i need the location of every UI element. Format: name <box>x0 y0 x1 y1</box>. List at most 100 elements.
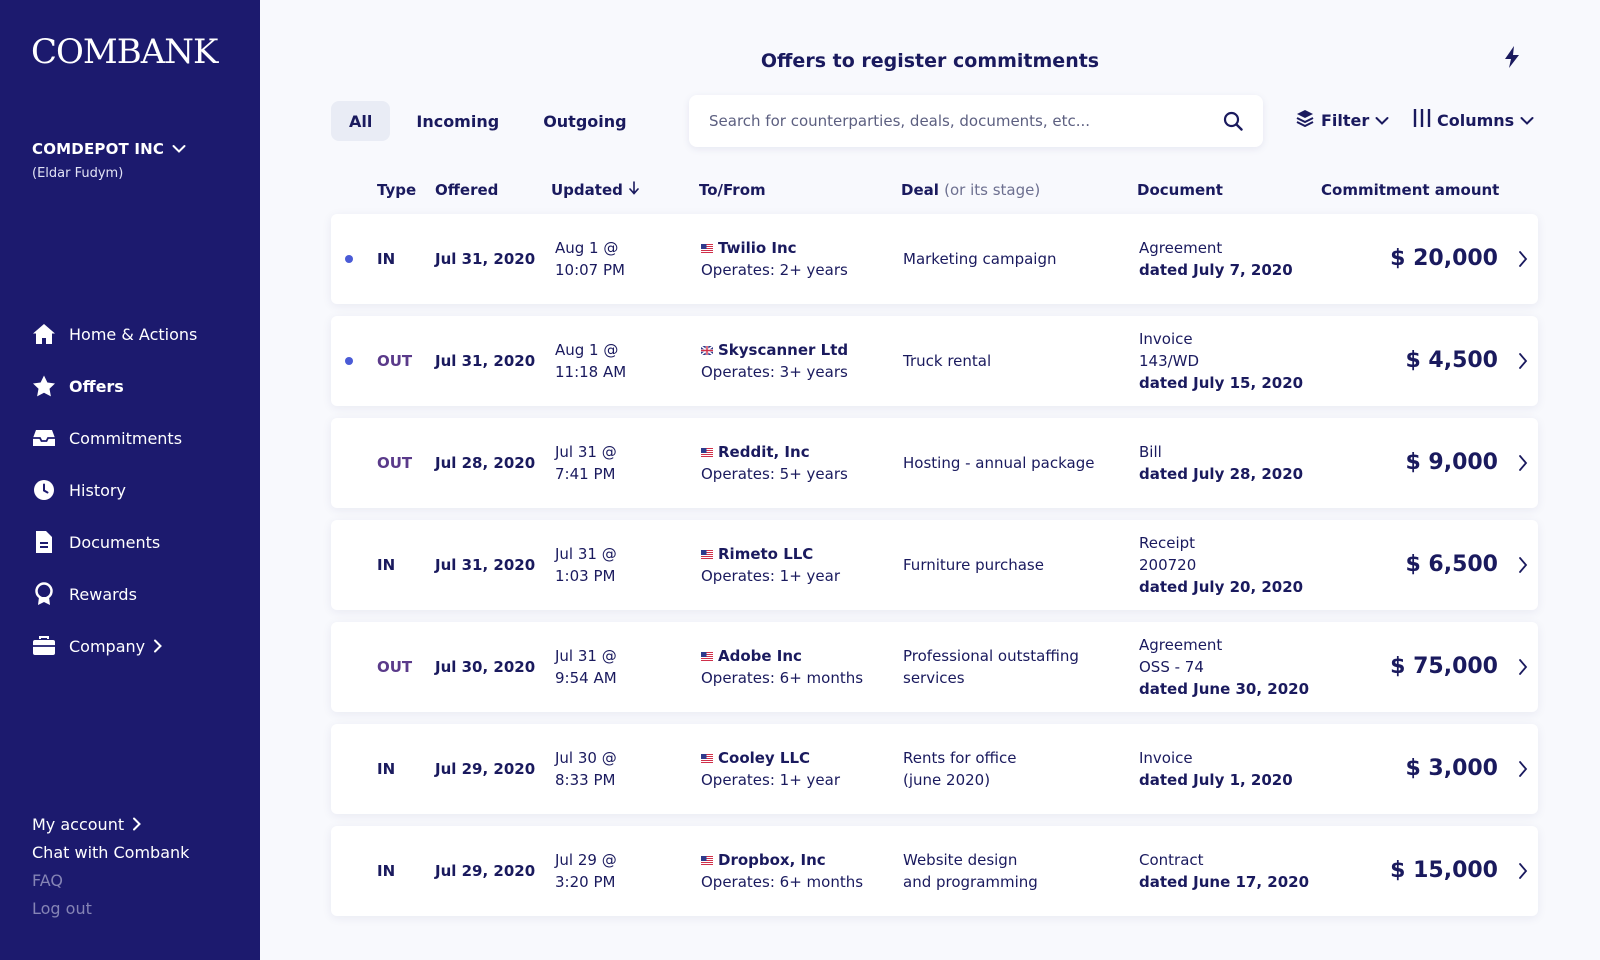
updated-date: Jul 31 @ <box>555 443 617 461</box>
counterparty-name: Skyscanner Ltd <box>718 341 849 359</box>
column-header-deal[interactable]: Deal (or its stage) <box>901 181 1040 199</box>
nav-item-home-actions[interactable]: Home & Actions <box>32 308 197 360</box>
faq-link[interactable]: FAQ <box>32 866 189 894</box>
deal: Rents for office (june 2020) <box>903 724 1113 814</box>
chevron-right-icon[interactable] <box>1518 250 1528 272</box>
search-input[interactable] <box>709 112 1223 130</box>
offer-type: IN <box>377 760 396 778</box>
company-switcher[interactable]: COMDEPOT INC (Eldar Fudym) <box>32 140 186 181</box>
nav-label: Commitments <box>69 428 183 448</box>
counterparty-name-row: Dropbox, Inc <box>701 849 863 871</box>
offered-date: Jul 31, 2020 <box>435 556 536 574</box>
document-type: Invoice <box>1139 330 1193 348</box>
deal: Furniture purchase <box>903 520 1113 610</box>
table-row[interactable]: IN Jul 29, 2020 Jul 29 @ 3:20 PM Dropbox… <box>331 826 1538 916</box>
tab-outgoing[interactable]: Outgoing <box>525 101 644 141</box>
my-account-link[interactable]: My account <box>32 810 189 838</box>
updated-date: Jul 31 @ <box>555 647 617 665</box>
columns-button[interactable]: Columns <box>1413 108 1534 132</box>
offered-date: Jul 29, 2020 <box>435 760 536 778</box>
updated-datetime: Jul 31 @ 1:03 PM <box>555 520 617 610</box>
document-date: dated July 28, 2020 <box>1139 465 1304 483</box>
nav-item-offers[interactable]: Offers <box>32 360 197 412</box>
logout-link[interactable]: Log out <box>32 894 189 922</box>
us-flag-icon <box>701 753 713 763</box>
chevron-right-icon[interactable] <box>1518 760 1528 782</box>
search-icon[interactable] <box>1223 111 1243 131</box>
counterparty-name: Dropbox, Inc <box>718 851 826 869</box>
tab-incoming[interactable]: Incoming <box>398 101 517 141</box>
us-flag-icon <box>701 243 713 253</box>
column-header-to-from[interactable]: To/From <box>699 181 766 199</box>
nav-item-company[interactable]: Company <box>32 620 197 672</box>
nav-item-commitments[interactable]: Commitments <box>32 412 197 464</box>
company-selector[interactable]: COMDEPOT INC <box>32 140 186 158</box>
star-icon <box>32 374 56 398</box>
chevron-right-icon <box>153 639 163 653</box>
tab-all[interactable]: All <box>331 101 391 141</box>
nav-label: Rewards <box>69 584 137 604</box>
table-row[interactable]: IN Jul 29, 2020 Jul 30 @ 8:33 PM Cooley … <box>331 724 1538 814</box>
document-date: dated June 30, 2020 <box>1139 680 1310 698</box>
column-header-updated[interactable]: Updated <box>551 181 639 199</box>
table-row[interactable]: OUT Jul 30, 2020 Jul 31 @ 9:54 AM Adobe … <box>331 622 1538 712</box>
briefcase-icon <box>32 634 56 658</box>
counterparty: Dropbox, Inc Operates: 6+ months <box>701 826 863 916</box>
document-number: OSS - 74 <box>1139 658 1204 676</box>
deal-line: Truck rental <box>903 352 992 370</box>
column-header-commitment-amount[interactable]: Commitment amount <box>1321 181 1499 199</box>
document: Invoice 143/WD dated July 15, 2020 <box>1139 316 1339 406</box>
table-row[interactable]: OUT Jul 28, 2020 Jul 31 @ 7:41 PM Reddit… <box>331 418 1538 508</box>
chevron-right-icon[interactable] <box>1518 556 1528 578</box>
document-type: Bill <box>1139 443 1162 461</box>
columns-label: Columns <box>1437 110 1515 130</box>
page-title: Offers to register commitments <box>760 50 1100 72</box>
nav-item-rewards[interactable]: Rewards <box>32 568 197 620</box>
updated-date: Jul 30 @ <box>555 749 617 767</box>
company-name: COMDEPOT INC <box>32 140 165 158</box>
updated-time: 1:03 PM <box>555 567 616 585</box>
combank-logo[interactable]: COMBANK <box>31 32 218 72</box>
updated-time: 7:41 PM <box>555 465 616 483</box>
lightning-icon[interactable] <box>1504 46 1520 72</box>
nav-label: Offers <box>69 376 124 396</box>
commitment-amount: $ 4,500 <box>1405 348 1498 373</box>
chevron-down-icon <box>172 140 186 158</box>
counterparty-operates: Operates: 1+ year <box>701 771 841 789</box>
sidebar: COMBANK COMDEPOT INC (Eldar Fudym) Home … <box>0 0 260 960</box>
commitment-amount: $ 3,000 <box>1405 756 1498 781</box>
chevron-right-icon[interactable] <box>1518 352 1528 374</box>
columns-icon <box>1413 108 1431 132</box>
table-row[interactable]: IN Jul 31, 2020 Aug 1 @ 10:07 PM Twilio … <box>331 214 1538 304</box>
offer-type: OUT <box>377 454 413 472</box>
document: Receipt 200720 dated July 20, 2020 <box>1139 520 1339 610</box>
us-flag-icon <box>701 855 713 865</box>
nav-label: History <box>69 480 126 500</box>
nav-item-history[interactable]: History <box>32 464 197 516</box>
document: Bill dated July 28, 2020 <box>1139 418 1339 508</box>
my-account-label: My account <box>32 814 125 834</box>
updated-datetime: Jul 30 @ 8:33 PM <box>555 724 617 814</box>
column-header-document[interactable]: Document <box>1137 181 1223 199</box>
counterparty-name-row: Skyscanner Ltd <box>701 339 848 361</box>
nav-item-documents[interactable]: Documents <box>32 516 197 568</box>
table-row[interactable]: IN Jul 31, 2020 Jul 31 @ 1:03 PM Rimeto … <box>331 520 1538 610</box>
column-header-type[interactable]: Type <box>377 181 416 199</box>
chevron-down-icon <box>1375 111 1389 130</box>
filter-button[interactable]: Filter <box>1295 108 1389 132</box>
chevron-right-icon[interactable] <box>1518 658 1528 680</box>
table-row[interactable]: OUT Jul 31, 2020 Aug 1 @ 11:18 AM Skysca… <box>331 316 1538 406</box>
counterparty-operates: Operates: 1+ year <box>701 567 841 585</box>
ribbon-icon <box>32 582 56 606</box>
chevron-right-icon[interactable] <box>1518 454 1528 476</box>
column-header-updated-label: Updated <box>551 181 623 199</box>
offers-table: IN Jul 31, 2020 Aug 1 @ 10:07 PM Twilio … <box>331 214 1538 928</box>
document-number: 200720 <box>1139 556 1197 574</box>
chevron-right-icon[interactable] <box>1518 862 1528 884</box>
chat-link[interactable]: Chat with Combank <box>32 838 189 866</box>
column-header-offered[interactable]: Offered <box>435 181 498 199</box>
offer-type: OUT <box>377 352 413 370</box>
us-flag-icon <box>701 447 713 457</box>
nav-label: Company <box>69 636 146 656</box>
commitment-amount: $ 9,000 <box>1405 450 1498 475</box>
